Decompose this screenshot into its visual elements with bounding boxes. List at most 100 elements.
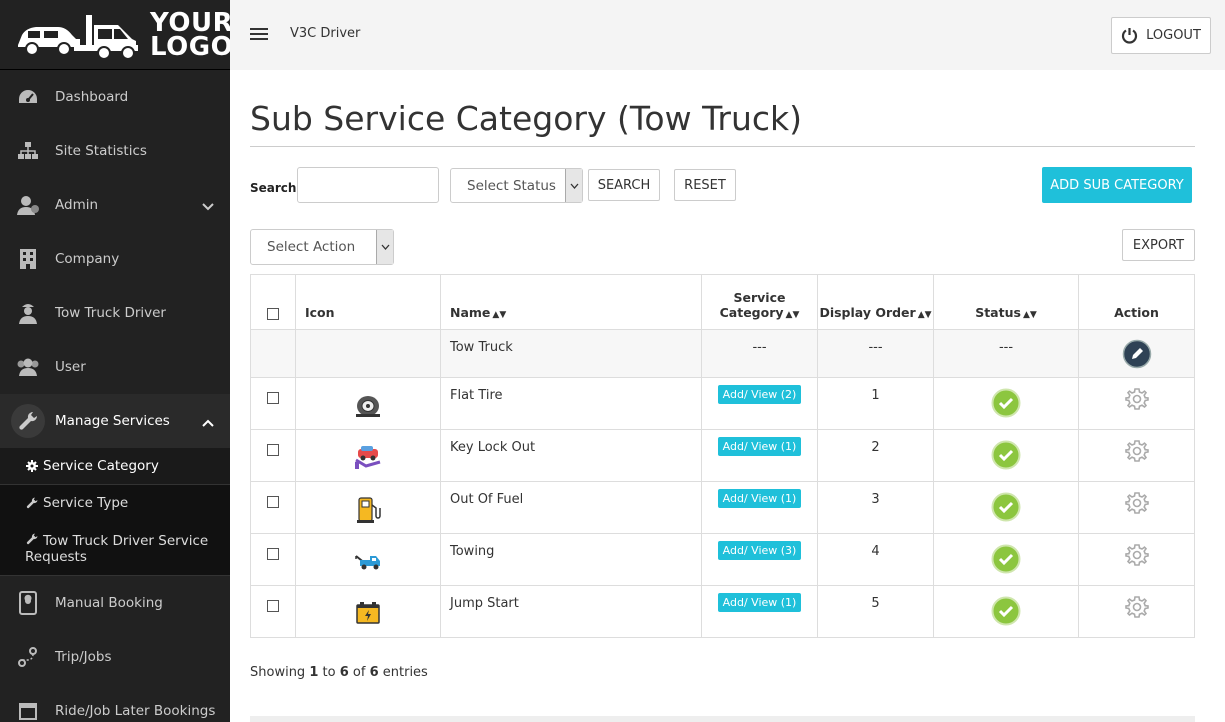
topbar: V3C Driver LOGOUT xyxy=(230,0,1225,70)
row-name: Towing xyxy=(440,533,702,586)
gear-icon[interactable] xyxy=(1124,594,1150,624)
sidebar-subitem-driver-service-requests[interactable]: Tow Truck Driver Service Requests xyxy=(0,521,230,575)
active-status-icon[interactable] xyxy=(991,544,1021,578)
sidebar-item-label: Manage Services xyxy=(55,413,170,429)
bottom-panel-edge xyxy=(250,716,1195,722)
search-input[interactable] xyxy=(297,167,439,203)
row-name: Tow Truck xyxy=(440,329,702,378)
row-checkbox[interactable] xyxy=(267,495,279,508)
filter-bar: Search: Select Status SEARCH RESET ADD S… xyxy=(250,147,1195,207)
fuel-icon xyxy=(296,492,440,524)
add-sub-category-button[interactable]: ADD SUB CATEGORY xyxy=(1042,167,1192,203)
page-title: Sub Service Category (Tow Truck) xyxy=(250,99,802,138)
sidebar-item-tow-truck-driver[interactable]: Tow Truck Driver xyxy=(0,286,230,340)
table-row: Out Of Fuel Add/ View (1) 3 xyxy=(250,481,1195,534)
sidebar-item-manage-services[interactable]: Manage Services xyxy=(0,394,230,448)
active-status-icon[interactable] xyxy=(991,596,1021,630)
sidebar-item-later-bookings[interactable]: Ride/Job Later Bookings xyxy=(0,684,230,722)
sidebar-item-user[interactable]: User xyxy=(0,340,230,394)
main-content: Sub Service Category (Tow Truck) Search:… xyxy=(250,70,1195,279)
sidebar-item-label: Trip/Jobs xyxy=(55,649,112,665)
sort-icon: ▲▼ xyxy=(1022,310,1037,320)
gear-icon xyxy=(25,458,39,474)
row-name: Jump Start xyxy=(440,585,702,638)
chevron-down-icon xyxy=(376,230,393,264)
flat-tire-icon xyxy=(296,388,440,418)
summary-prefix: Showing xyxy=(250,665,306,680)
tow-truck-icon xyxy=(296,544,440,572)
row-name: Flat Tire xyxy=(440,377,702,430)
logo-line-2: LOGO xyxy=(150,31,230,62)
logo[interactable]: YOUR LOGO xyxy=(0,0,230,70)
power-icon xyxy=(1122,28,1138,44)
sidebar-subitem-service-category[interactable]: Service Category xyxy=(0,448,230,485)
sidebar-item-dashboard[interactable]: Dashboard xyxy=(0,70,230,124)
active-status-icon[interactable] xyxy=(991,492,1021,526)
row-category: --- xyxy=(701,329,818,378)
edit-icon[interactable] xyxy=(1122,339,1152,373)
table-row: Key Lock Out Add/ View (1) 2 xyxy=(250,429,1195,482)
header-category-line-1: Service xyxy=(733,290,786,305)
header-action: Action xyxy=(1078,274,1195,330)
sidebar-subitem-label: Tow Truck Driver Service Requests xyxy=(25,533,209,565)
add-view-button[interactable]: Add/ View (1) xyxy=(717,489,802,508)
header-display-order[interactable]: Display Order ▲▼ xyxy=(817,274,934,330)
row-checkbox[interactable] xyxy=(267,547,279,560)
sidebar-item-site-statistics[interactable]: Site Statistics xyxy=(0,124,230,178)
bulk-action-select[interactable]: Select Action xyxy=(250,229,394,265)
add-view-button[interactable]: Add/ View (3) xyxy=(717,541,802,560)
sidebar-subitem-service-type[interactable]: Service Type xyxy=(0,485,230,521)
row-status: --- xyxy=(933,329,1079,378)
sidebar-item-label: User xyxy=(55,359,86,375)
select-all-checkbox[interactable] xyxy=(267,308,279,320)
add-view-button[interactable]: Add/ View (1) xyxy=(717,593,802,612)
sitemap-icon xyxy=(15,138,41,164)
search-label: Search: xyxy=(250,181,302,195)
row-name: Out Of Fuel xyxy=(440,481,702,534)
row-name: Key Lock Out xyxy=(440,429,702,482)
header-name[interactable]: Name ▲▼ xyxy=(440,274,702,330)
add-view-button[interactable]: Add/ View (2) xyxy=(717,385,802,404)
header-service-category[interactable]: Service Category ▲▼ xyxy=(701,274,818,330)
table-header-row: Icon Name ▲▼ Service Category ▲▼ Display Or… xyxy=(250,274,1195,330)
active-status-icon[interactable] xyxy=(991,440,1021,474)
dashboard-icon xyxy=(15,84,41,110)
summary-from: 1 xyxy=(309,665,319,680)
gear-icon[interactable] xyxy=(1124,490,1150,520)
sidebar-item-manual-booking[interactable]: Manual Booking xyxy=(0,576,230,630)
sidebar-item-trip-jobs[interactable]: Trip/Jobs xyxy=(0,630,230,684)
header-icon: Icon xyxy=(295,274,441,330)
logout-button[interactable]: LOGOUT xyxy=(1111,17,1211,54)
export-button[interactable]: EXPORT xyxy=(1122,229,1195,261)
wrench-icon xyxy=(25,531,39,547)
building-icon xyxy=(15,246,41,272)
row-order: 4 xyxy=(817,533,934,586)
sort-icon: ▲▼ xyxy=(785,310,800,320)
row-checkbox[interactable] xyxy=(267,391,279,404)
booking-icon xyxy=(15,590,41,616)
reset-button[interactable]: RESET xyxy=(674,169,736,201)
header-status-label: Status xyxy=(975,305,1021,320)
sidebar-item-label: Ride/Job Later Bookings xyxy=(55,703,216,719)
status-select[interactable]: Select Status xyxy=(450,168,583,203)
key-lock-icon xyxy=(296,440,440,470)
sidebar-subitem-label: Service Category xyxy=(43,458,159,474)
gear-icon[interactable] xyxy=(1124,386,1150,416)
active-status-icon[interactable] xyxy=(991,388,1021,422)
add-view-button[interactable]: Add/ View (1) xyxy=(717,437,802,456)
sidebar-item-admin[interactable]: Admin xyxy=(0,178,230,232)
admin-icon xyxy=(15,192,41,218)
sidebar-item-company[interactable]: Company xyxy=(0,232,230,286)
sidebar-item-label: Tow Truck Driver xyxy=(55,305,166,321)
sort-icon: ▲▼ xyxy=(917,310,932,320)
header-status[interactable]: Status ▲▼ xyxy=(933,274,1079,330)
sidebar-item-label: Site Statistics xyxy=(55,143,147,159)
hamburger-menu-icon[interactable] xyxy=(250,28,268,40)
row-checkbox[interactable] xyxy=(267,599,279,612)
action-bar: Select Action EXPORT xyxy=(250,207,1195,279)
gear-icon[interactable] xyxy=(1124,542,1150,572)
search-button[interactable]: SEARCH xyxy=(588,169,660,201)
bulk-action-select-value: Select Action xyxy=(267,239,356,255)
row-checkbox[interactable] xyxy=(267,443,279,456)
gear-icon[interactable] xyxy=(1124,438,1150,468)
